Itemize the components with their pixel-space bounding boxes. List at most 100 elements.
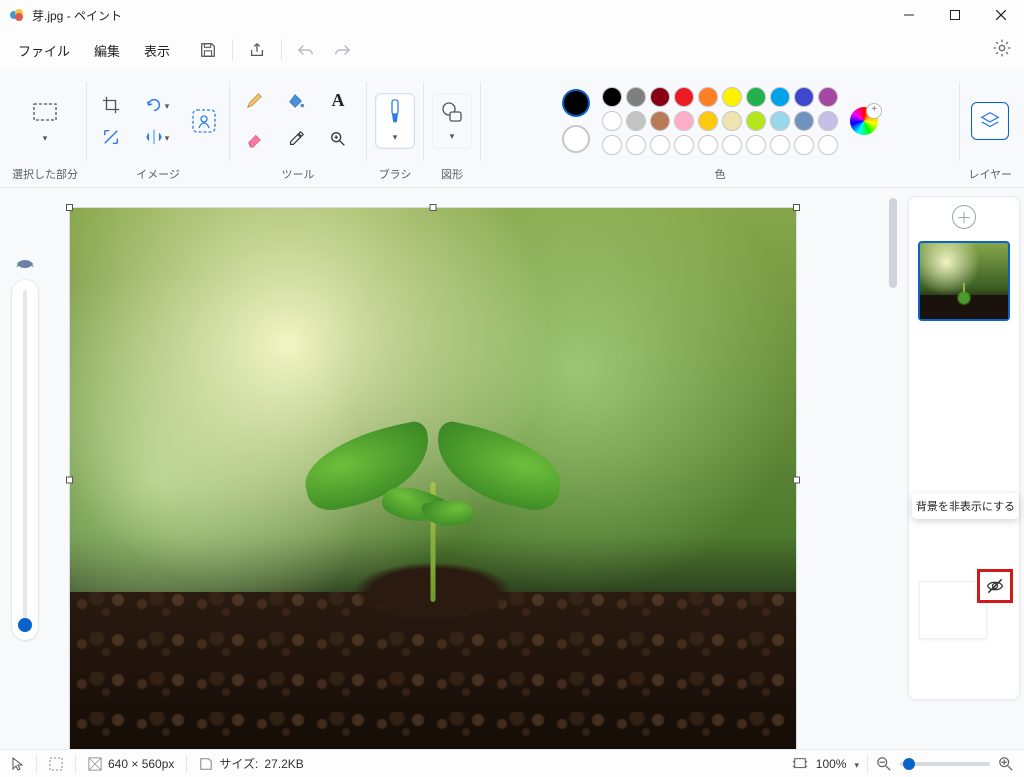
canvas-image [70,208,796,752]
color-swatch[interactable] [722,111,742,131]
color-swatch[interactable] [746,135,766,155]
group-label-colors: 色 [715,165,726,183]
color-swatch[interactable] [674,135,694,155]
save-button[interactable] [190,34,226,66]
group-colors: 色 [481,76,959,187]
color-swatch[interactable] [602,87,622,107]
color-palette [602,87,838,155]
color-swatch[interactable] [818,135,838,155]
menu-view[interactable]: 表示 [132,35,182,66]
crop-button[interactable] [95,89,127,121]
color-swatch[interactable] [794,111,814,131]
group-label-tools: ツール [282,165,315,183]
text-tool[interactable]: A [322,85,354,117]
brush-button[interactable]: ▾ [375,93,415,149]
flip-button[interactable]: ▾ [135,121,179,153]
layers-toggle-button[interactable] [971,102,1009,140]
color-swatch[interactable] [746,87,766,107]
group-image: ▾ ▾ イメージ [87,76,229,187]
color-swatch[interactable] [722,87,742,107]
zoom-slider[interactable] [900,762,990,766]
selection-size-icon [37,750,75,777]
resize-handle[interactable] [793,204,800,211]
resize-handle[interactable] [430,204,437,211]
chevron-down-icon[interactable]: ▾ [43,133,48,144]
resize-handle[interactable] [66,204,73,211]
workspace: ＋ 背景を非表示にする [0,188,1024,750]
eraser-tool[interactable] [238,123,270,155]
vertical-scrollbar[interactable] [886,196,900,744]
eyedropper-tool[interactable] [280,123,312,155]
color-swatch[interactable] [722,135,742,155]
color-swatch[interactable] [794,135,814,155]
menu-edit[interactable]: 編集 [82,35,132,66]
settings-button[interactable] [992,38,1012,58]
color-primary[interactable] [562,89,590,117]
resize-button[interactable] [95,121,127,153]
group-shapes: ▾ 図形 [424,76,480,187]
color-swatch[interactable] [698,111,718,131]
select-rect-button[interactable] [23,97,67,129]
color-swatch[interactable] [698,87,718,107]
color-swatch[interactable] [698,135,718,155]
group-tools: A ツール [230,76,366,187]
color-swatch[interactable] [746,111,766,131]
group-label-image: イメージ [136,165,180,183]
color-secondary[interactable] [562,125,590,153]
undo-button[interactable] [288,34,324,66]
group-brush: ▾ ブラシ [367,76,423,187]
share-button[interactable] [239,34,275,66]
color-swatch[interactable] [818,111,838,131]
remove-background-button[interactable] [187,104,221,138]
zoom-out-button[interactable] [876,756,892,772]
status-dimensions: 640 × 560px [76,750,186,777]
color-swatch[interactable] [818,87,838,107]
hide-background-button[interactable] [977,569,1013,603]
zoom-dropdown[interactable]: ▾ [854,760,859,771]
layer-thumbnail[interactable] [918,241,1010,321]
brush-size-slider[interactable] [0,188,50,750]
color-swatch[interactable] [626,135,646,155]
color-swatch[interactable] [770,111,790,131]
edit-colors-button[interactable] [850,107,878,135]
resize-handle[interactable] [793,477,800,484]
color-swatch[interactable] [602,111,622,131]
maximize-button[interactable] [932,0,978,30]
magnifier-tool[interactable] [322,123,354,155]
color-swatch[interactable] [626,87,646,107]
color-swatch[interactable] [650,135,670,155]
color-swatch[interactable] [770,135,790,155]
group-selection: ▾ 選択した部分 [4,76,86,187]
size-label: サイズ: [219,755,258,772]
zoom-in-button[interactable] [998,756,1014,772]
color-swatch[interactable] [650,87,670,107]
app-icon [8,6,26,24]
tooltip: 背景を非表示にする [912,493,1019,519]
resize-handle[interactable] [66,477,73,484]
minimize-button[interactable] [886,0,932,30]
canvas[interactable] [70,208,796,752]
color-swatch[interactable] [626,111,646,131]
fill-tool[interactable] [280,85,312,117]
color-swatch[interactable] [770,87,790,107]
group-label-selection: 選択した部分 [12,165,78,183]
fit-screen-icon[interactable] [792,757,808,771]
shapes-button[interactable]: ▾ [432,93,472,149]
dimensions-value: 640 × 560px [108,757,174,771]
status-filesize: サイズ: 27.2KB [187,750,315,777]
ribbon: ▾ 選択した部分 ▾ ▾ [0,70,1024,188]
group-label-shapes: 図形 [441,165,463,183]
color-swatch[interactable] [674,87,694,107]
color-swatch[interactable] [794,87,814,107]
color-swatch[interactable] [650,111,670,131]
redo-button[interactable] [324,34,360,66]
close-button[interactable] [978,0,1024,30]
menu-file[interactable]: ファイル [6,35,82,66]
color-swatch[interactable] [674,111,694,131]
window-title: 芽.jpg - ペイント [32,7,122,24]
pencil-tool[interactable] [238,85,270,117]
color-swatch[interactable] [602,135,622,155]
add-layer-button[interactable]: ＋ [952,205,976,229]
rotate-button[interactable]: ▾ [135,89,179,121]
zoom-value: 100% [816,757,847,771]
